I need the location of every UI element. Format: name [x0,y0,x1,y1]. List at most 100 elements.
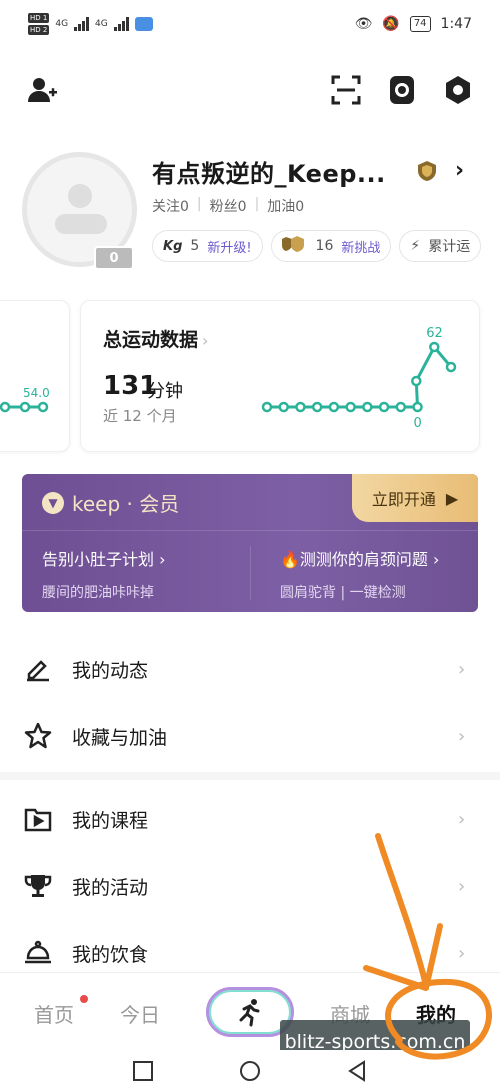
network-1: 4G [55,19,69,29]
section-divider [0,772,500,780]
mute-icon: 🔕 [382,16,400,32]
vip-test-title[interactable]: 🔥测测你的肩颈问题 › [280,546,439,570]
vip-banner[interactable]: ▼ keep · 会员 立即开通 ▶ 告别小肚子计划 › 腰间的肥油咔咔掉 🔥测… [22,474,478,612]
avatar-body [55,214,107,234]
stat-cheers[interactable]: 加油0 [267,196,304,216]
trophy-icon [24,872,52,900]
system-nav-bar [0,1050,500,1092]
stat-followers[interactable]: 粉丝0 [210,196,247,216]
scan-icon[interactable] [328,72,364,108]
stat-label: 加油 [267,199,296,215]
battery-indicator: 74 [409,16,431,32]
heart-badge-icon: ▼ [42,491,64,514]
chevron-right-icon: › [458,725,466,747]
cumulative-chip[interactable]: ⚡ 累计运 [399,230,482,262]
play-folder-icon [24,805,52,833]
hd2-label: HD 2 [28,25,50,35]
menu-item-courses[interactable]: 我的课程 › [0,786,500,852]
menu-label: 我的课程 [72,809,149,832]
chevron-right-icon: › [458,875,466,897]
data-point [278,401,289,413]
menu-label: 我的饮食 [72,943,149,966]
tab-home[interactable]: 首页 [34,999,74,1028]
notification-dot [80,995,88,1003]
partial-chart: 54.0 [0,386,50,413]
network-2: 4G [95,19,108,29]
stat-label: 粉丝 [209,199,238,215]
shield-badge-icon[interactable] [416,160,438,182]
partial-value-label: 54.0 [23,386,50,400]
stat-value: 0 [295,199,305,215]
medal-icon [281,235,308,257]
menu-item-favorites[interactable]: 收藏与加油 › [0,703,500,769]
partial-point [37,401,49,413]
data-point [445,361,457,373]
stat-value: 0 [237,199,247,215]
eye-icon: 👁 [354,16,373,32]
divider: | [196,196,202,212]
cumulative-label: 累计运 [428,239,471,255]
achievement-chips: Kg 5 新升级! 16 新挑战 ⚡ 累计运 [152,230,500,264]
vip-brand: keep · 会员 [72,492,180,516]
cloud-icon [134,17,153,31]
data-point [311,401,323,413]
partial-point [0,401,11,413]
chevron-right-icon: › [458,808,466,830]
vip-open-button[interactable]: 立即开通 ▶ [352,474,478,522]
menu-item-posts[interactable]: 我的动态 › [0,636,500,702]
medal-chip[interactable]: 16 新挑战 [270,230,392,262]
vip-logo: ▼ keep · 会员 [42,488,179,517]
stat-value: 0 [180,199,189,215]
menu-label: 我的动态 [72,659,149,682]
vip-test-subtitle: 圆肩驼背 | 一键检测 [280,585,406,601]
avatar-head [68,184,92,208]
top-toolbar [0,72,500,112]
lightning-icon: ⚡ [410,238,421,254]
tab-today[interactable]: 今日 [120,999,160,1028]
divider: | [254,196,260,212]
stat-label: 关注 [152,199,180,215]
hd1-label: HD 1 [28,13,50,23]
stat-following[interactable]: 关注0 [152,196,189,216]
signal-icon [74,17,90,31]
level-value: 5 [190,238,200,254]
total-exercise-card[interactable]: 总运动数据 › 131 分钟 近 12 个月 62 0 [80,300,480,452]
status-right: 👁 🔕 74 1:47 [355,16,472,32]
user-name[interactable]: 有点叛逆的_Keep... [152,154,386,189]
back-icon[interactable] [346,1060,368,1082]
recents-icon[interactable] [132,1060,154,1082]
profile-arrow-icon[interactable]: › [455,158,464,183]
partial-data-card[interactable]: 54.0 [0,300,70,452]
data-point [345,401,356,413]
level-tag: 新升级! [207,240,252,256]
data-point [362,401,373,413]
data-point [328,401,340,413]
running-icon [239,999,260,1027]
series-line [267,344,453,409]
medal-tag: 新挑战 [341,240,381,256]
star-icon [24,722,52,750]
food-cloche-icon [24,939,52,967]
data-point [429,341,440,353]
level-badge: 0 [94,246,134,270]
data-point [412,401,423,413]
data-point [411,375,422,387]
vip-open-label: 立即开通 [371,490,436,509]
vip-plan-subtitle: 腰间的肥油咔咔掉 [42,585,154,601]
watch-icon[interactable] [384,72,420,108]
data-point [378,401,390,413]
settings-icon[interactable] [440,72,476,108]
divider [22,530,478,531]
edit-icon [24,655,52,683]
menu-item-activities[interactable]: 我的活动 › [0,853,500,919]
add-friend-icon[interactable] [24,72,60,108]
exercise-line-chart: 62 0 [261,326,457,431]
menu-label: 收藏与加油 [72,726,168,749]
level-chip[interactable]: Kg 5 新升级! [152,230,263,262]
play-arrow-icon: ▶ [445,488,459,508]
data-point [295,401,306,413]
home-icon[interactable] [239,1060,261,1082]
vip-plan-title[interactable]: 告别小肚子计划 › [42,546,166,570]
hd-indicator: HD 1 HD 2 [28,13,50,35]
data-point [261,401,273,413]
